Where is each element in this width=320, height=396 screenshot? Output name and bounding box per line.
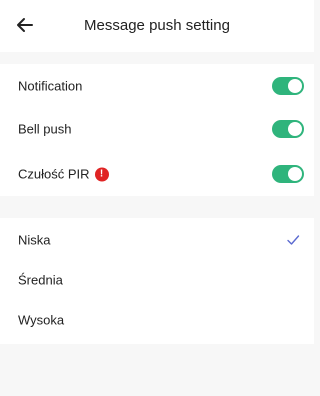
page-title: Message push setting xyxy=(84,17,230,34)
top-bar: Message push setting xyxy=(0,0,314,52)
bell-push-toggle[interactable] xyxy=(272,120,304,138)
exclamation-icon[interactable]: ! xyxy=(94,167,109,181)
pir-sensitivity-row[interactable]: Czułość PIR ! xyxy=(0,154,314,194)
toggle-knob xyxy=(288,167,302,181)
toggle-knob xyxy=(288,122,302,136)
option-srednia[interactable]: Średnia xyxy=(0,260,314,300)
option-niska[interactable]: Niska xyxy=(0,220,314,260)
notification-row[interactable]: Notification xyxy=(0,66,314,106)
option-wysoka[interactable]: Wysoka xyxy=(0,300,314,340)
bell-push-row[interactable]: Bell push xyxy=(0,109,314,149)
checkmark-icon xyxy=(287,235,300,245)
toggle-group: Notification Bell push Czułość PIR ! xyxy=(0,64,314,196)
notification-label: Notification xyxy=(18,78,83,94)
option-label: Niska xyxy=(18,232,51,248)
bell-push-label: Bell push xyxy=(18,121,72,137)
toggle-knob xyxy=(288,79,302,93)
pir-sensitivity-label: Czułość PIR xyxy=(18,166,90,182)
option-label: Średnia xyxy=(18,272,63,288)
pir-sensitivity-toggle[interactable] xyxy=(272,165,304,183)
pir-sensitivity-label-wrap: Czułość PIR ! xyxy=(18,167,109,182)
option-label: Wysoka xyxy=(18,312,65,328)
notification-toggle[interactable] xyxy=(272,77,304,95)
sensitivity-options-group: Niska Średnia Wysoka xyxy=(0,218,314,344)
